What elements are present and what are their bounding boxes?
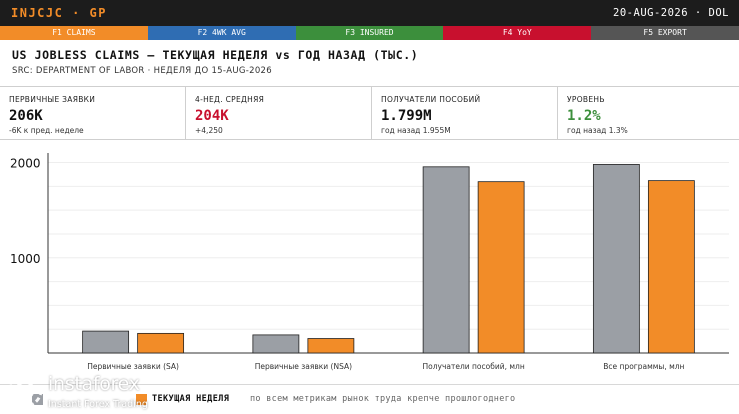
bar-current-week — [477, 181, 525, 354]
stat-value: 1.2% — [567, 108, 601, 124]
stat-subtext: год назад 1.955M — [381, 126, 451, 135]
stat-label: ПОЛУЧАТЕЛИ ПОСОБИЙ — [381, 95, 481, 104]
stat-value: 1.799M — [381, 108, 432, 124]
stat-label: ПЕРВИЧНЫЕ ЗАЯВКИ — [9, 95, 96, 104]
fkey-export[interactable]: F5 EXPORT — [591, 26, 739, 40]
fkey-yoy[interactable]: F4 YoY — [443, 26, 592, 40]
stat-value: 206K — [9, 108, 43, 124]
stat-subtext: +4,250 — [195, 126, 223, 135]
bar-year-ago — [82, 330, 130, 354]
legend-note: по всем метрикам рынок труда крепче прош… — [250, 394, 516, 404]
terminal-header: INJCJC · GP 20-AUG-2026 · DOL — [0, 0, 739, 26]
bar-current-week — [307, 338, 355, 354]
watermark-brand: instaforex — [48, 373, 140, 395]
page-title: US JOBLESS CLAIMS — ТЕКУЩАЯ НЕДЕЛЯ vs ГО… — [12, 48, 419, 62]
stat-card-insured-rate: УРОВЕНЬ 1.2% год назад 1.3% — [558, 87, 739, 139]
page-subtitle: SRC: DEPARTMENT OF LABOR · НЕДЕЛЯ ДО 15-… — [12, 66, 272, 76]
instaforex-logo-icon — [7, 372, 43, 408]
ticker-label[interactable]: INJCJC · GP — [11, 6, 107, 20]
stat-subtext: -6K к пред. неделе — [9, 126, 84, 135]
y-tick-label: 2000 — [10, 157, 41, 171]
bar-year-ago — [592, 164, 640, 354]
bar-year-ago — [422, 166, 470, 354]
watermark: instaforex Instant Forex Trading — [4, 369, 180, 413]
x-category-label: Все программы, млн — [603, 362, 684, 371]
bar-current-week — [647, 180, 695, 354]
bar-chart: 10002000Первичные заявки (SA) Первичные з… — [10, 153, 729, 371]
x-category-label: Первичные заявки (NSA) — [255, 362, 352, 371]
watermark-tagline: Instant Forex Trading — [48, 399, 148, 410]
stat-value: 204K — [195, 108, 229, 124]
stat-label: УРОВЕНЬ — [567, 95, 605, 104]
x-category-label: Получатели пособий, млн — [423, 362, 525, 371]
function-key-bar: F1 CLAIMS F2 4WK AVG F3 INSURED F4 YoY F… — [0, 26, 739, 40]
stat-label: 4-НЕД. СРЕДНЯЯ — [195, 95, 265, 104]
y-tick-label: 1000 — [10, 252, 41, 266]
stat-card-continuing-claims: ПОЛУЧАТЕЛИ ПОСОБИЙ 1.799M год назад 1.95… — [372, 87, 558, 139]
stat-card-initial-claims: ПЕРВИЧНЫЕ ЗАЯВКИ 206K -6K к пред. неделе — [0, 87, 186, 139]
bar-year-ago — [252, 334, 300, 354]
stat-card-4wk-average: 4-НЕД. СРЕДНЯЯ 204K +4,250 — [186, 87, 372, 139]
bar-chart-panel: 1000 2000 Первичные заявки (SA) Первичные з… — [0, 141, 739, 384]
stats-row: ПЕРВИЧНЫЕ ЗАЯВКИ 206K -6K к пред. неделе… — [0, 86, 739, 140]
fkey-claims[interactable]: F1 CLAIMS — [0, 26, 148, 40]
stat-subtext: год назад 1.3% — [567, 126, 628, 135]
date-source-label: 20-AUG-2026 · DOL — [613, 7, 729, 19]
bar-current-week — [137, 332, 185, 354]
fkey-insured[interactable]: F3 INSURED — [295, 26, 444, 40]
fkey-4wk-avg[interactable]: F2 4WK AVG — [147, 26, 296, 40]
